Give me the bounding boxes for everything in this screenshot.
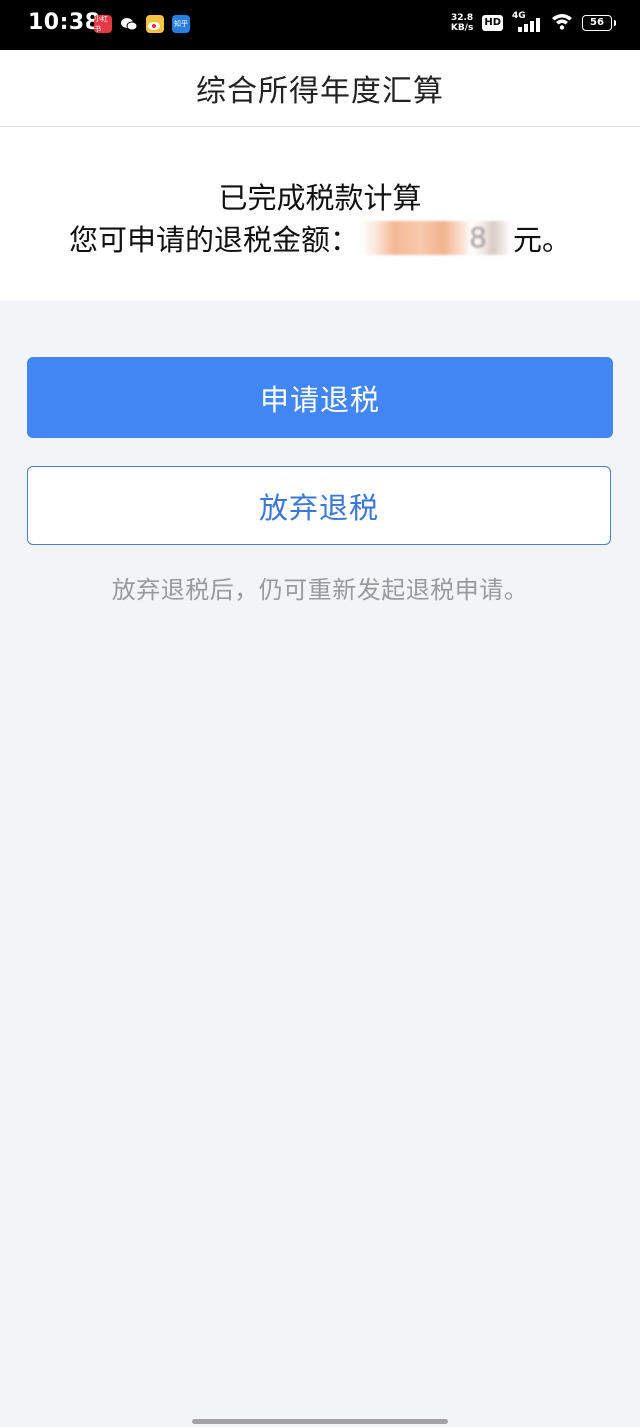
apply-refund-button[interactable]: 申请退税 (27, 357, 613, 438)
refund-amount-label: 您可申请的退税金额： (68, 223, 359, 257)
home-indicator[interactable] (192, 1419, 448, 1424)
status-indicators: 32.8 KB/s HD 4G 56 (450, 11, 616, 34)
refund-result-card: 已完成税款计算 您可申请的退税金额： 8 元。 (0, 127, 640, 301)
header: 综合所得年度汇算 (0, 50, 640, 127)
weibo-icon (146, 15, 164, 33)
refund-amount-masked: 8 (361, 221, 511, 255)
refund-amount-line: 您可申请的退税金额： 8 元。 (0, 217, 640, 259)
zhihu-icon: 知乎 (172, 15, 190, 33)
give-up-refund-button[interactable]: 放弃退税 (27, 466, 611, 545)
calc-complete-text: 已完成税款计算 (218, 181, 422, 215)
hd-badge: HD (482, 15, 503, 31)
page-title: 综合所得年度汇算 (196, 74, 444, 109)
notification-app-icons: 小红书 知乎 (94, 15, 190, 33)
wifi-icon (551, 12, 573, 34)
battery-icon: 56 (582, 15, 616, 31)
xiaohongshu-icon: 小红书 (94, 15, 112, 33)
status-bar: 10:38 小红书 知乎 32.8 KB/s HD 4G 56 (0, 0, 640, 50)
status-time: 10:38 (28, 10, 101, 35)
give-up-hint: 放弃退税后，仍可重新发起退税申请。 (111, 576, 529, 604)
cellular-signal-icon: 4G (512, 11, 542, 34)
network-speed: 32.8 KB/s (450, 13, 474, 33)
wechat-icon (120, 15, 138, 33)
refund-unit: 元。 (513, 223, 572, 257)
refund-amount-tail: 8 (469, 221, 487, 254)
